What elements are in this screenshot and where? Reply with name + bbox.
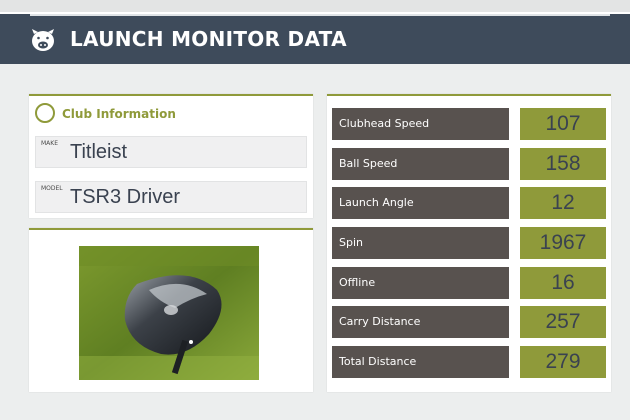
make-value: Titleist [70,141,128,163]
stat-value: 279 [520,346,606,378]
launch-stats-panel: Clubhead Speed 107 Ball Speed 158 Launch… [327,94,611,392]
club-info-title: Club Information [62,107,176,121]
stat-label: Offline [332,267,509,299]
model-field: MODEL TSR3 Driver [35,181,307,213]
model-label: MODEL [41,185,63,192]
stat-value: 1967 [520,227,606,259]
stat-label: Total Distance [332,346,509,378]
stat-label: Spin [332,227,509,259]
top-strip [0,0,630,12]
club-information-panel: Club Information MAKE Titleist MODEL TSR… [29,94,313,218]
pig-logo-icon [32,29,54,51]
driver-photo [79,246,259,380]
make-label: MAKE [41,140,59,147]
club-info-circle-icon [35,103,55,123]
stat-row-total-distance: Total Distance 279 [332,346,606,378]
stat-row-ball-speed: Ball Speed 158 [332,148,606,180]
stat-label: Clubhead Speed [332,108,509,140]
stat-label: Ball Speed [332,148,509,180]
stat-value: 107 [520,108,606,140]
model-value: TSR3 Driver [70,186,181,208]
header-divider [30,14,610,16]
stat-row-spin: Spin 1967 [332,227,606,259]
stat-value: 16 [520,267,606,299]
stat-value: 12 [520,187,606,219]
stat-value: 158 [520,148,606,180]
make-field: MAKE Titleist [35,136,307,168]
stat-label: Carry Distance [332,306,509,338]
stat-row-carry-distance: Carry Distance 257 [332,306,606,338]
page-title: LAUNCH MONITOR DATA [70,27,347,51]
stat-row-launch-angle: Launch Angle 12 [332,187,606,219]
stat-value: 257 [520,306,606,338]
stat-label: Launch Angle [332,187,509,219]
stat-row-offline: Offline 16 [332,267,606,299]
stat-row-clubhead-speed: Clubhead Speed 107 [332,108,606,140]
page-header: LAUNCH MONITOR DATA [0,12,630,64]
club-photo-panel [29,228,313,392]
